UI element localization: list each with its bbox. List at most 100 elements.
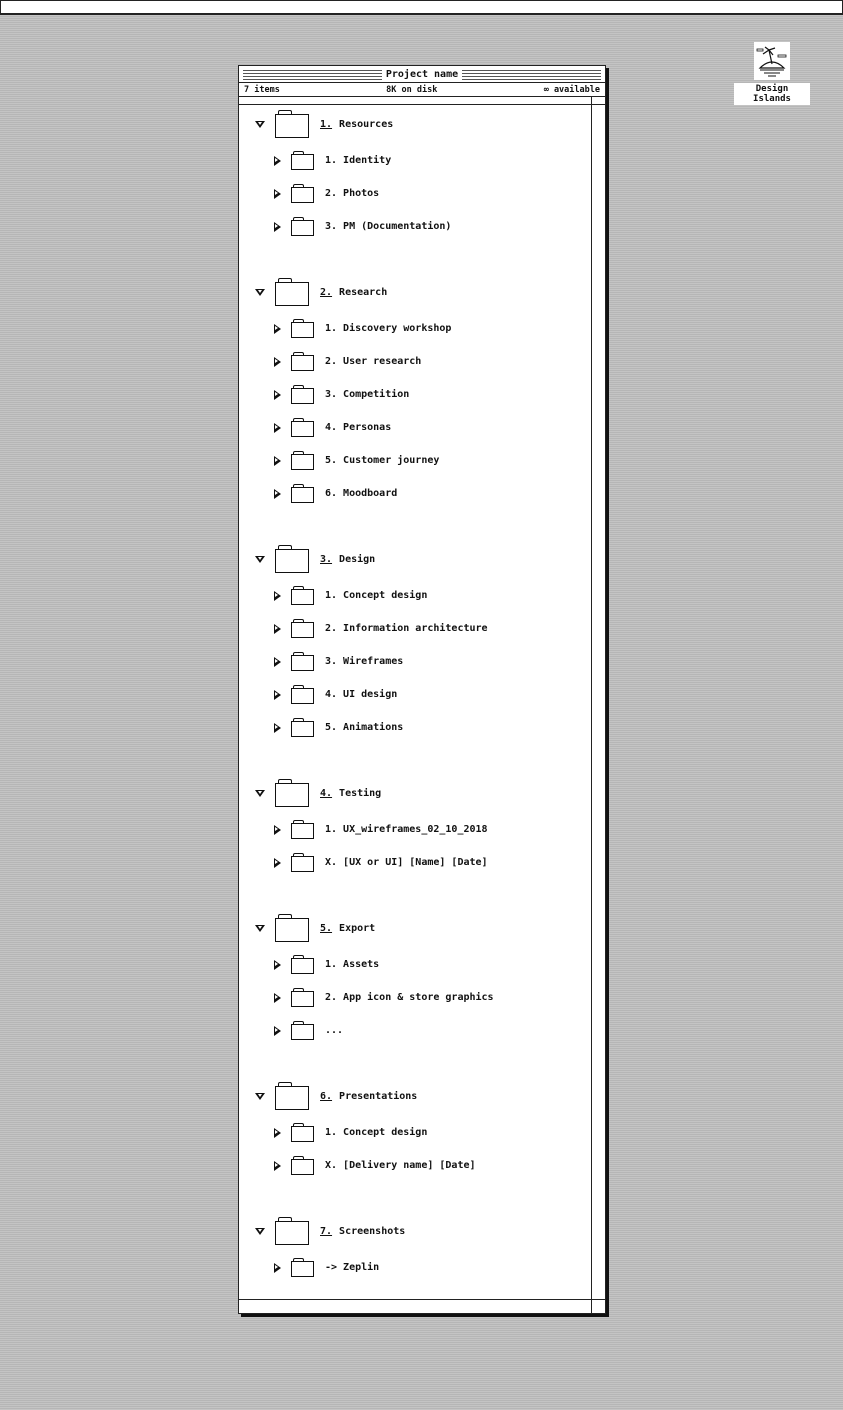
disclosure-open-icon[interactable] [255, 789, 265, 797]
folder-icon [291, 151, 314, 170]
disclosure-closed-icon[interactable] [274, 722, 281, 733]
folder-icon [291, 484, 314, 503]
subfolder-row[interactable]: 3. Wireframes [239, 645, 591, 678]
folder-row[interactable]: 2. Research [239, 272, 591, 312]
folder-icon [291, 1021, 314, 1040]
folder-row[interactable]: 5. Export [239, 908, 591, 948]
disclosure-closed-icon[interactable] [274, 221, 281, 232]
folder-icon [291, 184, 314, 203]
subfolder-row[interactable]: 1. Assets [239, 948, 591, 981]
folder-icon [275, 779, 309, 807]
disclosure-closed-icon[interactable] [274, 689, 281, 700]
folder-icon [291, 217, 314, 236]
disclosure-open-icon[interactable] [255, 120, 265, 128]
disclosure-closed-icon[interactable] [274, 455, 281, 466]
disclosure-open-icon[interactable] [255, 288, 265, 296]
disclosure-closed-icon[interactable] [274, 1025, 281, 1036]
subfolder-row[interactable]: X. [UX or UI] [Name] [Date] [239, 846, 591, 879]
subfolder-label: 3. PM (Documentation) [325, 221, 452, 232]
finder-window: Project name 7 items 8K on disk ∞ availa… [238, 65, 606, 1314]
folder-row[interactable]: 7. Screenshots [239, 1211, 591, 1251]
subfolder-row[interactable]: 2. App icon & store graphics [239, 981, 591, 1014]
title-bar[interactable]: Project name [243, 68, 601, 81]
disclosure-closed-icon[interactable] [274, 623, 281, 634]
folder-icon [291, 718, 314, 737]
subfolder-label: 2. Photos [325, 188, 380, 199]
folder-icon [291, 352, 314, 371]
disclosure-closed-icon[interactable] [274, 188, 281, 199]
disclosure-open-icon[interactable] [255, 1092, 265, 1100]
folder-number: 2. [320, 286, 333, 298]
folder-icon [291, 418, 314, 437]
disk-usage: 8K on disk [386, 84, 438, 95]
subfolder-row[interactable]: 1. Concept design [239, 579, 591, 612]
folder-label: Resources [339, 118, 394, 130]
subfolder-label: 1. Discovery workshop [325, 323, 452, 334]
disclosure-closed-icon[interactable] [274, 422, 281, 433]
disclosure-closed-icon[interactable] [274, 824, 281, 835]
disclosure-closed-icon[interactable] [274, 323, 281, 334]
island-icon [754, 42, 790, 80]
disclosure-open-icon[interactable] [255, 1227, 265, 1235]
subfolder-row[interactable]: -> Zeplin [239, 1251, 591, 1284]
folder-row[interactable]: 1. Resources [239, 104, 591, 144]
subfolder-row[interactable]: 5. Customer journey [239, 444, 591, 477]
folder-number: 1. [320, 118, 333, 130]
desktop-icon-label: Design Islands [734, 83, 810, 105]
folder-row[interactable]: 3. Design [239, 539, 591, 579]
folder-number: 3. [320, 553, 333, 565]
folder-icon [291, 652, 314, 671]
disclosure-open-icon[interactable] [255, 555, 265, 563]
disclosure-closed-icon[interactable] [274, 992, 281, 1003]
disclosure-closed-icon[interactable] [274, 590, 281, 601]
subfolder-row[interactable]: 4. Personas [239, 411, 591, 444]
subfolder-label: X. [Delivery name] [Date] [325, 1160, 476, 1171]
folder-group: 4. Testing 1. UX_wireframes_02_10_2018 X… [239, 773, 591, 879]
folder-label: Design [339, 553, 376, 565]
subfolder-row[interactable]: ... [239, 1014, 591, 1047]
subfolder-label: ... [325, 1025, 344, 1036]
disclosure-closed-icon[interactable] [274, 857, 281, 868]
subfolder-row[interactable]: 1. UX_wireframes_02_10_2018 [239, 813, 591, 846]
desktop-icon-design-islands[interactable]: Design Islands [734, 42, 810, 105]
disclosure-closed-icon[interactable] [274, 656, 281, 667]
subfolder-row[interactable]: 5. Animations [239, 711, 591, 744]
subfolder-row[interactable]: 1. Identity [239, 144, 591, 177]
disclosure-closed-icon[interactable] [274, 155, 281, 166]
subfolder-row[interactable]: 2. User research [239, 345, 591, 378]
folder-label: Presentations [339, 1090, 418, 1102]
folder-icon [291, 685, 314, 704]
folder-row[interactable]: 6. Presentations [239, 1076, 591, 1116]
disclosure-closed-icon[interactable] [274, 1127, 281, 1138]
subfolder-label: 5. Customer journey [325, 455, 440, 466]
subfolder-row[interactable]: 6. Moodboard [239, 477, 591, 510]
subfolder-row[interactable]: 3. Competition [239, 378, 591, 411]
subfolder-row[interactable]: 3. PM (Documentation) [239, 210, 591, 243]
subfolder-row[interactable]: 2. Information architecture [239, 612, 591, 645]
disclosure-closed-icon[interactable] [274, 959, 281, 970]
disclosure-closed-icon[interactable] [274, 1262, 281, 1273]
subfolder-row[interactable]: 1. Discovery workshop [239, 312, 591, 345]
folder-number: 5. [320, 922, 333, 934]
folder-icon [291, 385, 314, 404]
window-title: Project name [381, 68, 463, 81]
folder-icon [291, 988, 314, 1007]
disclosure-closed-icon[interactable] [274, 1160, 281, 1171]
disclosure-closed-icon[interactable] [274, 488, 281, 499]
folder-icon [275, 545, 309, 573]
subfolder-label: 1. Concept design [325, 1127, 428, 1138]
subfolder-label: 4. UI design [325, 689, 398, 700]
disclosure-closed-icon[interactable] [274, 356, 281, 367]
folder-icon [291, 1123, 314, 1142]
subfolder-row[interactable]: 4. UI design [239, 678, 591, 711]
vertical-scrollbar[interactable] [591, 97, 592, 1313]
folder-label: Research [339, 286, 388, 298]
subfolder-row[interactable]: 1. Concept design [239, 1116, 591, 1149]
disclosure-closed-icon[interactable] [274, 389, 281, 400]
subfolder-row[interactable]: 2. Photos [239, 177, 591, 210]
disclosure-open-icon[interactable] [255, 924, 265, 932]
folder-group: 3. Design 1. Concept design 2. Informati… [239, 539, 591, 744]
folder-icon [291, 955, 314, 974]
folder-row[interactable]: 4. Testing [239, 773, 591, 813]
subfolder-row[interactable]: X. [Delivery name] [Date] [239, 1149, 591, 1182]
